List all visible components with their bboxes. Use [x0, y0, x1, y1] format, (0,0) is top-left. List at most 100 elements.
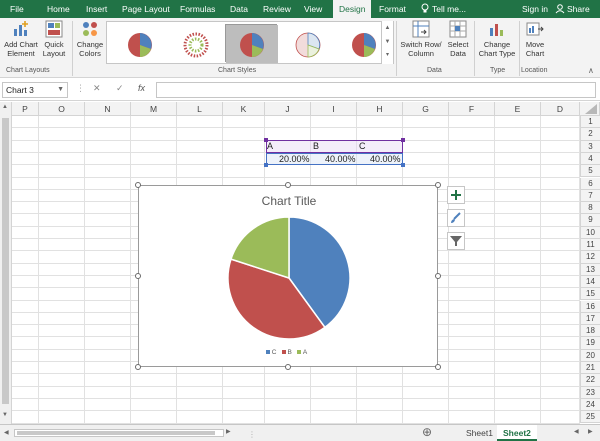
- change-colors-button[interactable]: Change Colors: [75, 20, 105, 58]
- enter-formula-button[interactable]: ✓: [116, 83, 124, 94]
- tab-formulas[interactable]: Formulas: [180, 0, 215, 18]
- select-data-button[interactable]: Select Data: [445, 20, 471, 58]
- chart-styles-button[interactable]: [447, 209, 465, 227]
- range-handle[interactable]: [401, 138, 405, 142]
- row-header-9[interactable]: 9: [580, 214, 600, 227]
- column-header-g[interactable]: G: [403, 102, 449, 116]
- legend-item-a[interactable]: A: [296, 349, 307, 356]
- row-header-10[interactable]: 10: [580, 226, 600, 239]
- chart-style-4[interactable]: [281, 24, 333, 62]
- range-handle[interactable]: [401, 163, 405, 167]
- row-header-12[interactable]: 12: [580, 251, 600, 264]
- column-header-f[interactable]: F: [449, 102, 495, 116]
- cell-h4[interactable]: 40.00%: [370, 154, 401, 165]
- cancel-formula-button[interactable]: ✕: [93, 83, 101, 94]
- cell-i3[interactable]: B: [313, 141, 319, 152]
- resize-handle-e[interactable]: [435, 273, 441, 279]
- range-handle[interactable]: [264, 163, 268, 167]
- sign-in-link[interactable]: Sign in: [522, 0, 548, 18]
- row-header-19[interactable]: 19: [580, 337, 600, 350]
- chevron-down-icon[interactable]: ▼: [57, 83, 64, 97]
- cell-i4[interactable]: 40.00%: [325, 154, 356, 165]
- select-all-corner[interactable]: [580, 102, 600, 116]
- collapse-ribbon-icon[interactable]: ∧: [588, 66, 594, 75]
- resize-handle-w[interactable]: [135, 273, 141, 279]
- row-header-17[interactable]: 17: [580, 312, 600, 326]
- scroll-sheets-left-icon[interactable]: ◀: [574, 428, 579, 435]
- column-header-k[interactable]: K: [223, 102, 265, 116]
- tab-file[interactable]: File: [10, 0, 24, 18]
- add-chart-element-button[interactable]: Add Chart Element: [3, 20, 39, 58]
- row-header-3[interactable]: 3: [580, 140, 600, 153]
- row-header-8[interactable]: 8: [580, 202, 600, 215]
- chevron-down-icon[interactable]: ▼: [382, 35, 393, 49]
- column-header-h[interactable]: H: [357, 102, 403, 116]
- tab-data[interactable]: Data: [230, 0, 248, 18]
- column-header-o[interactable]: O: [39, 102, 85, 116]
- legend-item-c[interactable]: C: [265, 349, 277, 356]
- share-button[interactable]: Share: [567, 0, 590, 18]
- row-header-13[interactable]: 13: [580, 263, 600, 276]
- pie-chart[interactable]: Chart Title CBA: [138, 185, 438, 367]
- tab-format[interactable]: Format: [379, 0, 406, 18]
- row-header-2[interactable]: 2: [580, 128, 600, 141]
- cell-j4[interactable]: 20.00%: [279, 154, 310, 165]
- chart-legend[interactable]: CBA: [139, 349, 439, 356]
- row-header-23[interactable]: 23: [580, 386, 600, 399]
- new-sheet-button[interactable]: ⊕: [422, 425, 432, 439]
- tell-me-search[interactable]: Tell me...: [432, 0, 466, 18]
- tab-design[interactable]: Design: [333, 0, 372, 18]
- chart-style-2[interactable]: [169, 24, 221, 62]
- row-header-1[interactable]: 1: [580, 116, 600, 129]
- column-header-p[interactable]: P: [12, 102, 39, 116]
- change-chart-type-button[interactable]: Change Chart Type: [477, 20, 517, 58]
- column-header-d[interactable]: D: [541, 102, 580, 116]
- resize-handle-nw[interactable]: [135, 182, 141, 188]
- chart-style-3[interactable]: [225, 24, 278, 63]
- row-header-7[interactable]: 7: [580, 189, 600, 203]
- resize-handle-n[interactable]: [285, 182, 291, 188]
- row-header-6[interactable]: 6: [580, 177, 600, 190]
- horizontal-scroll-thumb[interactable]: [17, 431, 215, 435]
- cell-h3[interactable]: C: [359, 141, 366, 152]
- sheet-tab-sheet2[interactable]: Sheet2: [497, 425, 537, 441]
- name-box[interactable]: Chart 3 ▼: [2, 82, 68, 98]
- range-handle[interactable]: [264, 138, 268, 142]
- column-header-j[interactable]: J: [265, 102, 311, 116]
- tab-home[interactable]: Home: [47, 0, 70, 18]
- tab-page-layout[interactable]: Page Layout: [122, 0, 170, 18]
- move-chart-button[interactable]: Move Chart: [522, 20, 548, 58]
- row-header-14[interactable]: 14: [580, 275, 600, 289]
- scroll-sheets-right-icon[interactable]: ▶: [588, 428, 593, 435]
- row-header-21[interactable]: 21: [580, 362, 600, 375]
- column-header-e[interactable]: E: [495, 102, 541, 116]
- insert-function-button[interactable]: fx: [138, 83, 145, 93]
- row-header-16[interactable]: 16: [580, 300, 600, 313]
- column-header-n[interactable]: N: [85, 102, 131, 116]
- sheet-tab-sheet1[interactable]: Sheet1: [460, 425, 499, 441]
- more-icon[interactable]: ▾: [382, 49, 393, 61]
- resize-handle-s[interactable]: [285, 364, 291, 370]
- row-header-25[interactable]: 25: [580, 411, 600, 424]
- cell-j3[interactable]: A: [267, 141, 273, 152]
- row-header-11[interactable]: 11: [580, 239, 600, 252]
- column-header-i[interactable]: I: [311, 102, 357, 116]
- gallery-scroll[interactable]: ▲ ▼ ▾: [381, 21, 393, 64]
- column-header-l[interactable]: L: [177, 102, 223, 116]
- column-header-m[interactable]: M: [131, 102, 177, 116]
- scroll-right-icon[interactable]: ▶: [226, 428, 231, 435]
- chart-style-1[interactable]: [113, 24, 165, 62]
- row-header-20[interactable]: 20: [580, 349, 600, 362]
- horizontal-scrollbar[interactable]: [14, 429, 224, 437]
- row-header-24[interactable]: 24: [580, 398, 600, 412]
- row-header-5[interactable]: 5: [580, 165, 600, 178]
- tab-view[interactable]: View: [304, 0, 322, 18]
- row-header-4[interactable]: 4: [580, 152, 600, 166]
- chart-elements-button[interactable]: [447, 186, 465, 204]
- formula-input[interactable]: [156, 82, 596, 98]
- row-header-22[interactable]: 22: [580, 374, 600, 387]
- chevron-up-icon[interactable]: ▲: [382, 21, 393, 35]
- switch-row-column-button[interactable]: Switch Row/ Column: [399, 20, 443, 58]
- legend-item-b[interactable]: B: [281, 349, 292, 356]
- chart-filters-button[interactable]: [447, 232, 465, 250]
